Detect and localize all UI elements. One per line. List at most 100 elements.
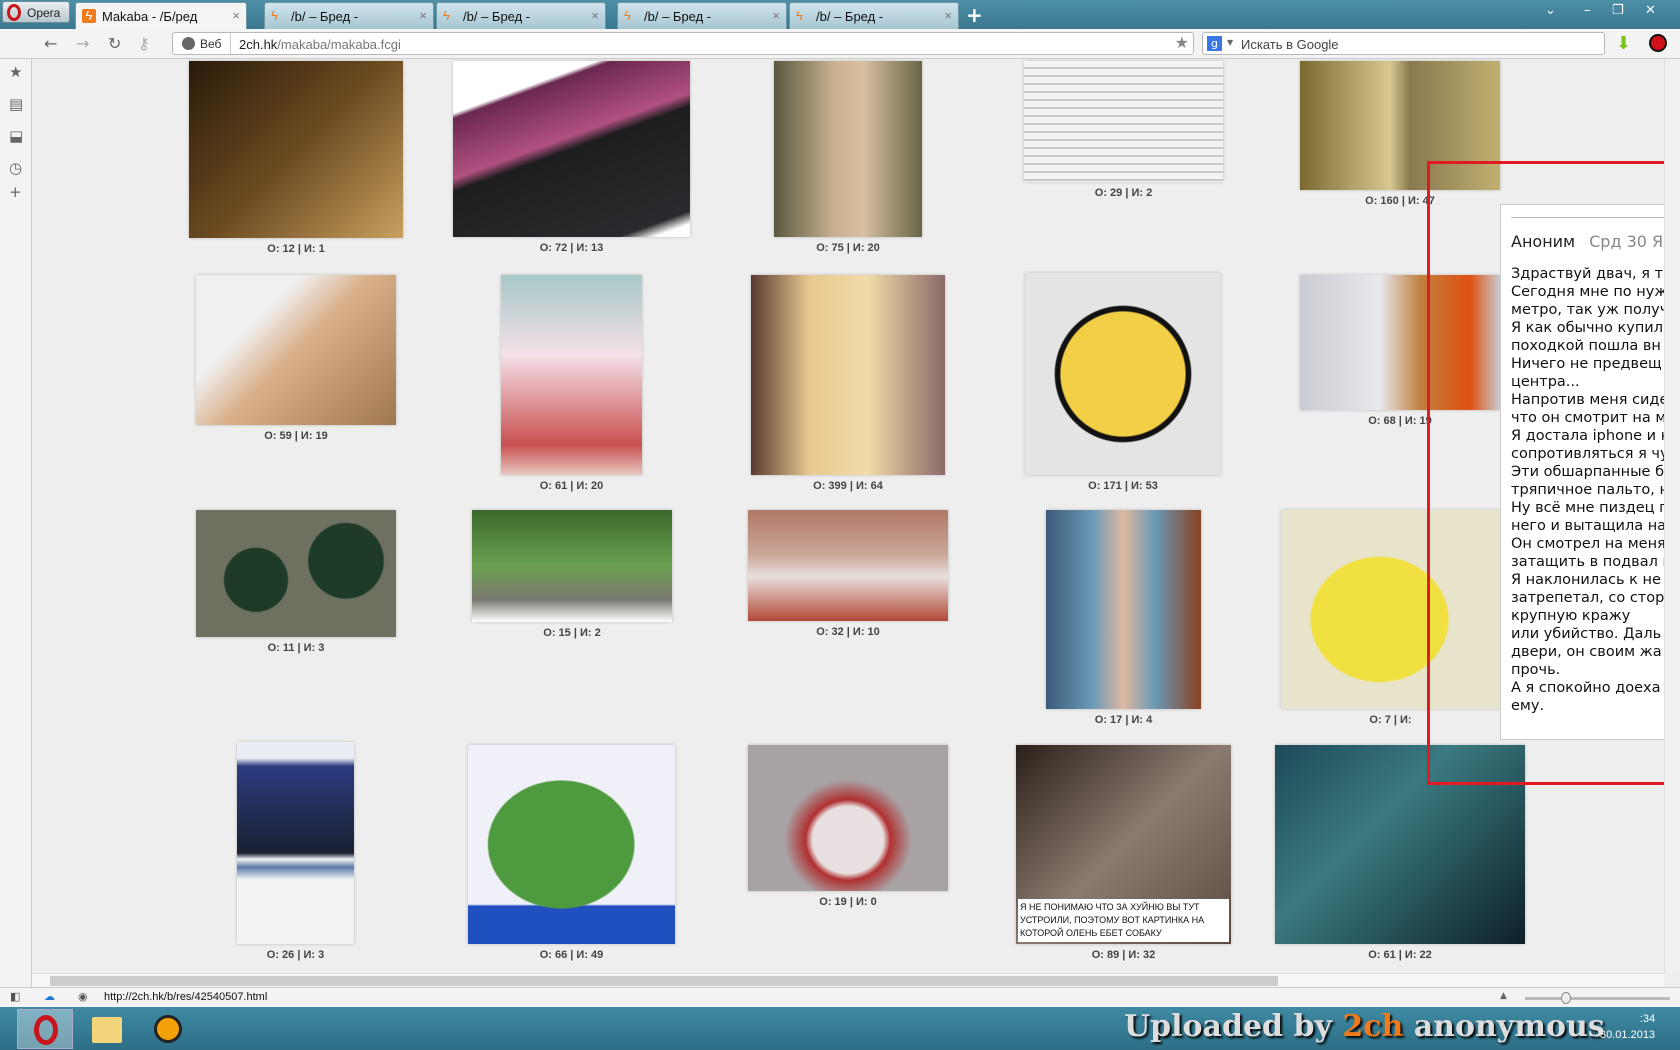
url-text[interactable]: 2ch.hk/makaba/makaba.fcgi <box>239 37 401 52</box>
notes-icon[interactable]: ▤ <box>9 95 23 113</box>
thumb-image[interactable] <box>1046 510 1201 709</box>
thread-thumb[interactable]: О: 19 | И: 0 <box>748 745 948 908</box>
opera-menu-button[interactable]: Opera <box>2 1 70 23</box>
thumb-stats: О: 15 | И: 2 <box>543 627 601 639</box>
thumb-image[interactable] <box>196 275 396 425</box>
zoom-up-icon[interactable]: ▲ <box>1500 991 1507 1001</box>
vertical-scrollbar[interactable] <box>1664 59 1680 973</box>
tab-b[interactable]: ϟ/b/ – Бред - × <box>436 2 606 29</box>
cloud-icon[interactable]: ☁ <box>44 990 55 1003</box>
thumb-image[interactable] <box>501 275 642 475</box>
thread-thumb[interactable]: О: 15 | И: 2 <box>472 510 672 639</box>
forward-icon[interactable]: → <box>76 34 89 53</box>
tab-label: Makaba - /Б/ред <box>102 9 198 24</box>
tab-b[interactable]: ϟ/b/ – Бред - × <box>617 2 787 29</box>
thread-thumb[interactable]: О: 59 | И: 19 <box>196 275 396 442</box>
add-panel-icon[interactable]: + <box>9 183 22 201</box>
close-tab-icon[interactable]: × <box>232 8 240 23</box>
thumb-image[interactable] <box>237 742 354 944</box>
thumb-stats: О: 12 | И: 1 <box>267 243 325 255</box>
tab-bar: Opera ϟ Makaba - /Б/ред × ϟ/b/ – Бред - × ϟ… <box>0 0 1680 29</box>
thumb-image[interactable] <box>748 745 948 891</box>
thread-thumb[interactable]: О: 17 | И: 4 <box>1046 510 1201 726</box>
thumb-image[interactable] <box>189 61 403 238</box>
close-tab-icon[interactable]: × <box>591 8 599 23</box>
tab-makaba[interactable]: ϟ Makaba - /Б/ред × <box>75 2 247 29</box>
thumb-image[interactable] <box>751 275 945 475</box>
opera-menu-label: Opera <box>27 6 61 20</box>
tab-b[interactable]: ϟ/b/ – Бред - × <box>789 2 959 29</box>
speed-dial-icon[interactable]: ◉ <box>78 990 88 1003</box>
thumb-stats: О: 72 | И: 13 <box>539 242 604 254</box>
folder-icon <box>92 1017 122 1043</box>
web-label: Веб <box>200 37 222 51</box>
thread-thumb[interactable]: О: 11 | И: 3 <box>196 510 396 654</box>
thread-thumb[interactable]: О: 61 | И: 20 <box>501 275 642 492</box>
tab-list-icon[interactable]: ⌄ <box>1545 3 1556 18</box>
restore-icon[interactable]: ❐ <box>1612 3 1624 18</box>
thread-thumb[interactable]: О: 171 | И: 53 <box>1025 273 1221 492</box>
thumb-image[interactable] <box>1025 273 1221 475</box>
bookmark-star-icon[interactable]: ★ <box>1175 33 1189 52</box>
thread-thumb[interactable]: О: 399 | И: 64 <box>751 275 945 492</box>
thumb-image[interactable] <box>196 510 396 637</box>
history-icon[interactable]: ◷ <box>9 159 22 177</box>
adblock-icon[interactable] <box>1649 34 1667 52</box>
lightning-favicon-icon: ϟ <box>443 8 450 23</box>
close-window-icon[interactable]: ✕ <box>1645 3 1656 18</box>
lightning-favicon-icon: ϟ <box>271 8 278 23</box>
status-bar: ◧ ☁ ◉ http://2ch.hk/b/res/42540507.html … <box>0 987 1680 1007</box>
thread-thumb[interactable]: О: 32 | И: 10 <box>748 510 948 638</box>
thumb-image[interactable] <box>748 510 948 621</box>
thread-thumb[interactable]: О: 75 | И: 20 <box>774 61 922 254</box>
thumb-stats: О: 11 | И: 3 <box>267 642 325 654</box>
bookmarks-icon[interactable]: ★ <box>9 63 22 81</box>
search-input[interactable]: g ▼ Искать в Google <box>1202 32 1605 55</box>
aimp-icon <box>154 1015 182 1043</box>
thumb-image[interactable] <box>1024 61 1223 182</box>
taskbar-explorer-button[interactable] <box>80 1009 136 1049</box>
globe-icon <box>182 37 195 50</box>
zoom-slider-handle[interactable] <box>1561 992 1571 1004</box>
thumb-image[interactable] <box>472 510 672 622</box>
clock-date: 30.01.2013 <box>1600 1029 1656 1041</box>
thumb-stats: О: 59 | И: 19 <box>264 430 328 442</box>
downloads-icon[interactable]: ⬓ <box>9 127 23 145</box>
chevron-down-icon[interactable]: ▼ <box>1227 38 1233 47</box>
thumb-image[interactable] <box>468 745 675 944</box>
search-placeholder: Искать в Google <box>1241 37 1339 52</box>
close-tab-icon[interactable]: × <box>772 8 780 23</box>
thread-thumb[interactable]: О: 72 | И: 13 <box>453 61 690 254</box>
close-tab-icon[interactable]: × <box>419 8 427 23</box>
zoom-slider[interactable] <box>1525 992 1670 1004</box>
thumb-image[interactable]: Я НЕ ПОНИМАЮ ЧТО ЗА ХУЙНЮ ВЫ ТУТ УСТРОИЛ… <box>1016 745 1231 944</box>
thread-thumb[interactable]: О: 29 | И: 2 <box>1024 61 1223 199</box>
system-clock[interactable]: :34 30.01.2013 <box>1600 1011 1655 1043</box>
address-bar[interactable]: Веб 2ch.hk/makaba/makaba.fcgi ★ <box>172 32 1194 55</box>
thread-thumb[interactable]: Я НЕ ПОНИМАЮ ЧТО ЗА ХУЙНЮ ВЫ ТУТ УСТРОИЛ… <box>1016 745 1231 961</box>
lightning-favicon-icon: ϟ <box>82 9 96 23</box>
google-icon[interactable]: g <box>1207 36 1222 51</box>
scrollbar-thumb[interactable] <box>50 976 1278 986</box>
download-icon[interactable]: ⬇ <box>1616 33 1631 54</box>
web-badge[interactable]: Веб <box>173 33 231 54</box>
new-tab-button[interactable]: + <box>966 3 983 27</box>
thumb-image[interactable] <box>453 61 690 237</box>
thread-thumb[interactable]: О: 12 | И: 1 <box>189 61 403 255</box>
taskbar-opera-button[interactable] <box>17 1009 73 1049</box>
taskbar-aimp-button[interactable] <box>140 1009 196 1049</box>
horizontal-scrollbar[interactable] <box>32 973 1664 987</box>
minimize-icon[interactable]: – <box>1584 3 1591 18</box>
back-icon[interactable]: ← <box>44 34 57 53</box>
close-tab-icon[interactable]: × <box>944 8 952 23</box>
tab-b[interactable]: ϟ/b/ – Бред - × <box>264 2 434 29</box>
thread-thumb[interactable]: О: 26 | И: 3 <box>237 742 354 961</box>
thumb-stats: О: 89 | И: 32 <box>1091 949 1156 961</box>
key-icon[interactable]: ⚷ <box>138 34 150 53</box>
thumb-image[interactable] <box>774 61 922 237</box>
reload-icon[interactable]: ↻ <box>108 34 121 53</box>
thumb-stats: О: 26 | И: 3 <box>266 949 325 961</box>
thumb-stats: О: 17 | И: 4 <box>1094 714 1153 726</box>
panel-toggle-icon[interactable]: ◧ <box>10 990 20 1003</box>
thread-thumb[interactable]: О: 66 | И: 49 <box>468 745 675 961</box>
